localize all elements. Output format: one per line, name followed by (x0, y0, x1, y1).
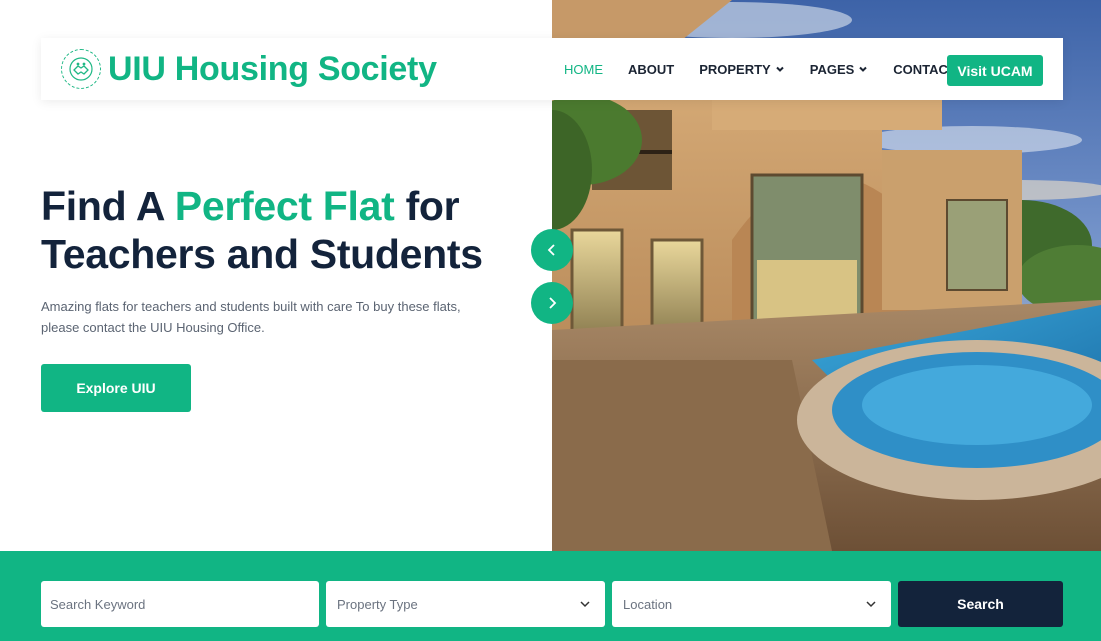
carousel-next-button[interactable] (531, 282, 573, 324)
hero-title: Find A Perfect Flat for Teachers and Stu… (41, 182, 541, 278)
nav-pages-label: PAGES (809, 61, 855, 77)
explore-uiu-button[interactable]: Explore UIU (41, 364, 191, 412)
nav-property-label: PROPERTY (699, 61, 771, 77)
hero-title-part1: Find A (41, 183, 164, 229)
chevron-right-icon (549, 297, 557, 309)
hero-description: Amazing flats for teachers and students … (41, 299, 461, 335)
nav-home[interactable]: HOME (564, 62, 603, 77)
search-band: Property Type Location Search (0, 551, 1101, 641)
search-keyword-field[interactable] (41, 581, 319, 627)
chevron-down-icon (866, 601, 876, 608)
carousel-prev-button[interactable] (531, 229, 573, 271)
chevron-down-icon (776, 66, 784, 72)
chevron-down-icon (859, 66, 868, 72)
location-value: Location (623, 596, 673, 612)
nav-about[interactable]: ABOUT (628, 62, 674, 77)
navbar: UIU Housing Society HOME ABOUT PROPERTY … (41, 38, 1063, 100)
page: UIU Housing Society HOME ABOUT PROPERTY … (0, 0, 1101, 641)
hero-title-line2: Teachers and Students (41, 231, 483, 277)
nav-links: HOME ABOUT PROPERTY PAGES CONTACT (564, 38, 981, 100)
handshake-emblem-icon (61, 49, 101, 89)
nav-home-label: HOME (564, 61, 603, 77)
nav-pages[interactable]: PAGES (810, 62, 869, 77)
hero-title-part2: for (405, 183, 460, 229)
location-select[interactable]: Location (612, 581, 891, 627)
chevron-left-icon (547, 244, 555, 256)
brand-name: UIU Housing Society (108, 49, 437, 88)
nav-property[interactable]: PROPERTY (699, 62, 785, 77)
property-type-value: Property Type (337, 596, 418, 612)
chevron-down-icon (580, 601, 590, 608)
visit-ucam-button[interactable]: Visit UCAM (947, 55, 1043, 86)
search-button[interactable]: Search (898, 581, 1063, 627)
property-type-select[interactable]: Property Type (326, 581, 605, 627)
search-keyword-input[interactable] (41, 581, 319, 627)
nav-about-label: ABOUT (628, 61, 675, 77)
brand[interactable]: UIU Housing Society (61, 49, 437, 89)
hero-title-accent: Perfect Flat (174, 183, 395, 229)
